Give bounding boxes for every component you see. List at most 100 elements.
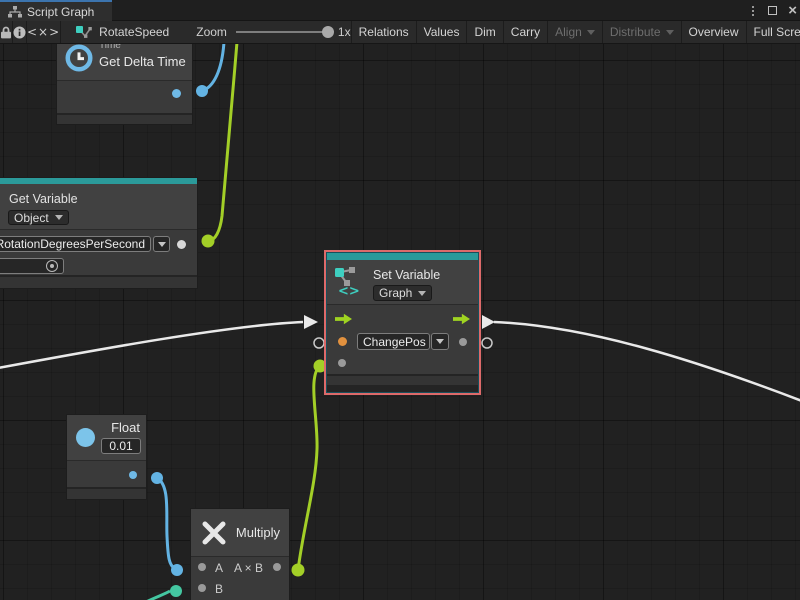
align-button[interactable]: Align: [548, 21, 603, 43]
tab-title: Script Graph: [27, 5, 94, 19]
close-icon[interactable]: ×: [788, 3, 797, 18]
input-port-a[interactable]: [198, 563, 206, 571]
tab-bar: Script Graph ×: [0, 0, 800, 21]
wire-endpoint-delta-time: [196, 85, 208, 97]
zoom-value: 1x: [338, 25, 351, 39]
zoom-slider[interactable]: [236, 31, 328, 33]
node-ports: RotationDegreesPerSecond This: [0, 229, 197, 275]
port-row-b: B: [191, 578, 289, 599]
carry-button[interactable]: Carry: [504, 21, 548, 43]
node-ports: [67, 460, 146, 487]
node-header: <> Set Variable Graph: [327, 260, 478, 304]
relations-button[interactable]: Relations: [352, 21, 417, 43]
target-object-field[interactable]: This: [0, 258, 64, 274]
chevron-down-icon: [436, 339, 444, 344]
node-title: Set Variable: [373, 268, 440, 282]
node-header: Multiply: [191, 509, 289, 556]
input-port-value[interactable]: [338, 359, 346, 367]
multiply-icon: [199, 518, 229, 548]
float-value-field[interactable]: 0.01: [101, 438, 141, 454]
node-footer: [327, 376, 478, 385]
unconnected-port-circle-right[interactable]: [482, 338, 492, 348]
port-label-result: A × B: [234, 561, 263, 575]
node-set-variable[interactable]: <> Set Variable Graph ChangePos: [326, 252, 479, 393]
flow-arrow-into-set-variable: [304, 315, 318, 329]
set-variable-icon: <>: [333, 265, 361, 297]
chevron-down-icon: [666, 30, 674, 35]
port-label-a: A: [215, 561, 223, 575]
chevron-down-icon: [158, 242, 166, 247]
chevron-down-icon: [418, 291, 426, 296]
output-port-value[interactable]: [177, 240, 186, 249]
node-title: Get Delta Time: [99, 54, 186, 69]
chevron-down-icon: [55, 215, 63, 220]
variable-name-dropdown-button[interactable]: [431, 333, 449, 350]
variable-name-row: ChangePos: [327, 331, 478, 353]
node-title: Multiply: [236, 525, 280, 540]
input-port-b[interactable]: [198, 584, 206, 592]
zoom-label: Zoom: [196, 25, 227, 39]
flow-wire-right: [494, 322, 800, 401]
value-wire-delta-time: [202, 44, 224, 91]
output-port-delta-time[interactable]: [172, 89, 181, 98]
graph-asset-icon: [75, 25, 92, 39]
flow-output-arrow-icon[interactable]: [453, 313, 470, 325]
code-view-icon: <×>: [27, 25, 60, 39]
output-port-value[interactable]: [459, 338, 467, 346]
code-view-button[interactable]: <×>: [27, 21, 61, 43]
overview-button[interactable]: Overview: [682, 21, 747, 43]
output-port-float[interactable]: [129, 471, 137, 479]
node-header: Time Get Delta Time: [57, 44, 192, 80]
value-wire-multiply-to-set-variable: [298, 367, 319, 570]
info-button[interactable]: [13, 21, 27, 43]
flow-wire-left: [0, 322, 303, 368]
node-get-delta-time[interactable]: Time Get Delta Time: [56, 44, 193, 125]
graph-info-section: RotateSpeed Zoom 1x: [61, 21, 351, 43]
value-wire-into-multiply-b: [146, 591, 170, 600]
node-title: Float: [111, 420, 140, 435]
float-icon: [76, 428, 95, 447]
variable-kind-dropdown[interactable]: Object: [8, 210, 69, 225]
wire-endpoint-float-out: [151, 472, 163, 484]
node-ports: A A × B B: [191, 556, 289, 600]
svg-text:<>: <>: [338, 284, 360, 297]
node-get-variable[interactable]: Get Variable Object RotationDegreesPerSe…: [0, 177, 198, 289]
tab-script-graph[interactable]: Script Graph: [0, 0, 112, 21]
node-multiply[interactable]: Multiply A A × B B: [190, 508, 290, 600]
flow-arrow-out-of-set-variable: [482, 315, 495, 329]
object-picker-icon[interactable]: [46, 260, 58, 272]
node-title: Get Variable: [9, 192, 78, 206]
wire-endpoint-get-variable: [202, 235, 215, 248]
variable-name-field[interactable]: RotationDegreesPerSecond: [0, 236, 151, 252]
output-port-result[interactable]: [273, 563, 281, 571]
variable-name-field[interactable]: ChangePos: [357, 333, 430, 350]
flow-port-row: [327, 304, 478, 331]
info-icon: [13, 26, 26, 39]
node-accent-bar: [327, 253, 478, 260]
values-button[interactable]: Values: [417, 21, 468, 43]
distribute-button[interactable]: Distribute: [603, 21, 682, 43]
toolbar-actions: Relations Values Dim Carry Align Distrib…: [352, 21, 800, 43]
flow-input-arrow-icon[interactable]: [335, 313, 352, 325]
lock-button[interactable]: [0, 21, 13, 43]
node-footer: [57, 115, 192, 124]
port-label-b: B: [215, 582, 223, 596]
variable-kind-dropdown[interactable]: Graph: [373, 285, 432, 301]
dim-button[interactable]: Dim: [467, 21, 503, 43]
port-row-a: A A × B: [191, 557, 289, 578]
value-wire-float-to-multiply: [157, 478, 175, 569]
chevron-down-icon: [587, 30, 595, 35]
variable-name-dropdown-button[interactable]: [153, 236, 170, 252]
graph-canvas[interactable]: Time Get Delta Time Get Variable Object …: [0, 44, 800, 600]
selection-highlight: <> Set Variable Graph ChangePos: [324, 250, 481, 395]
fullscreen-button[interactable]: Full Screen: [747, 21, 800, 43]
node-float[interactable]: Float 0.01: [66, 414, 147, 500]
node-ports: [57, 80, 192, 113]
unconnected-port-circle-left[interactable]: [314, 338, 324, 348]
input-port-name[interactable]: [338, 337, 347, 346]
graph-tab-icon: [8, 6, 22, 18]
node-header: Float 0.01: [67, 415, 146, 460]
more-menu-icon[interactable]: [749, 6, 757, 16]
zoom-slider-handle[interactable]: [322, 26, 334, 38]
maximize-icon[interactable]: [768, 6, 777, 15]
